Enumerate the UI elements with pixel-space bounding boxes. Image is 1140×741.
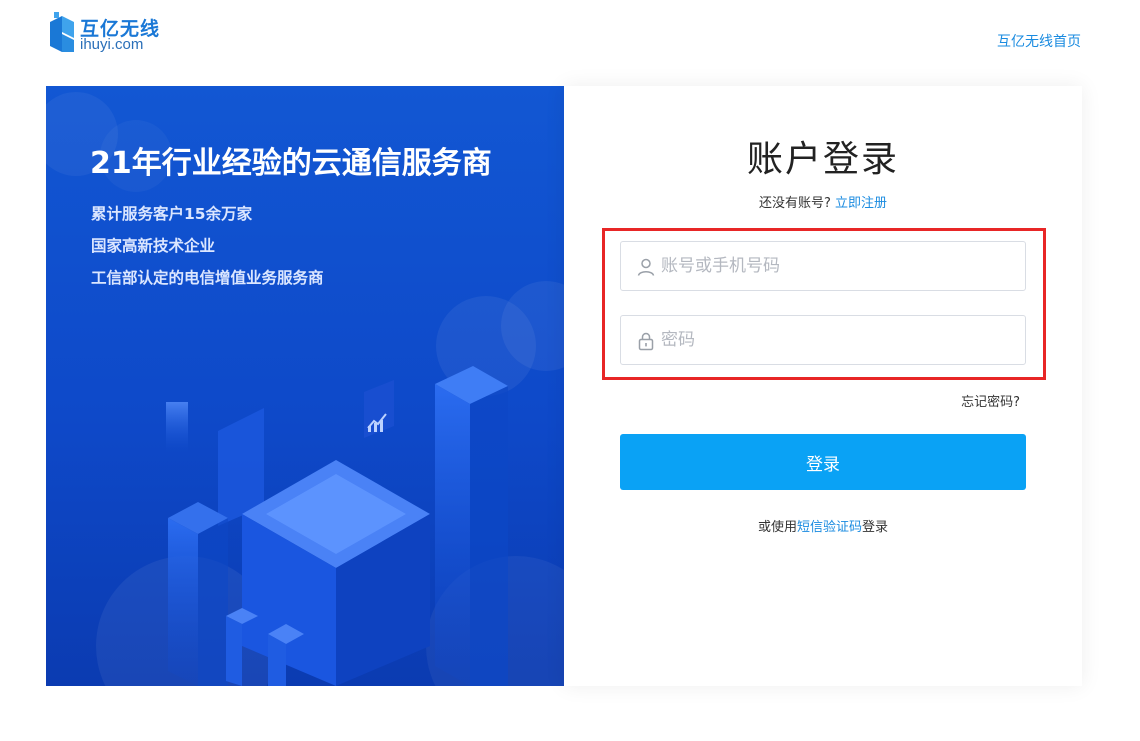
username-input[interactable]	[661, 242, 1021, 290]
username-field[interactable]	[620, 241, 1026, 291]
login-title: 账户登录	[746, 139, 899, 180]
forgot-password-link[interactable]: 忘记密码?	[961, 391, 1020, 410]
login-card: 账户登录 还没有账号? 立即注册 忘记密码? 登录 或使用短信验证码登录	[564, 86, 1082, 686]
register-prompt: 还没有账号? 立即注册	[564, 192, 1082, 211]
no-account-text: 还没有账号?	[758, 196, 831, 211]
sms-login-prompt: 或使用短信验证码登录	[564, 516, 1082, 535]
brand-logo[interactable]: 互亿无线 ihuyi.com	[46, 12, 176, 58]
banner-title: 21年行业经验的云通信服务商	[90, 146, 492, 181]
home-link[interactable]: 互亿无线首页	[997, 31, 1081, 51]
password-input[interactable]	[661, 316, 1021, 364]
register-link[interactable]: 立即注册	[835, 196, 887, 211]
sms-code-link[interactable]: 短信验证码	[797, 520, 862, 535]
promo-banner: 21年行业经验的云通信服务商 累计服务客户15余万家 国家高新技术企业 工信部认…	[46, 86, 564, 686]
banner-feature: 工信部认定的电信增值业务服务商	[91, 269, 324, 287]
sms-prefix: 或使用	[757, 520, 797, 535]
sms-suffix: 登录	[862, 520, 889, 535]
brand-name-en: ihuyi.com	[80, 36, 144, 53]
lock-icon	[638, 332, 654, 351]
logo-mark-icon	[50, 12, 74, 52]
page-header: 互亿无线 ihuyi.com 互亿无线首页	[0, 0, 1140, 80]
user-icon	[637, 258, 655, 276]
password-field[interactable]	[620, 315, 1026, 365]
login-button[interactable]: 登录	[620, 434, 1026, 490]
banner-feature: 累计服务客户15余万家	[91, 205, 253, 223]
banner-feature: 国家高新技术企业	[91, 237, 216, 255]
